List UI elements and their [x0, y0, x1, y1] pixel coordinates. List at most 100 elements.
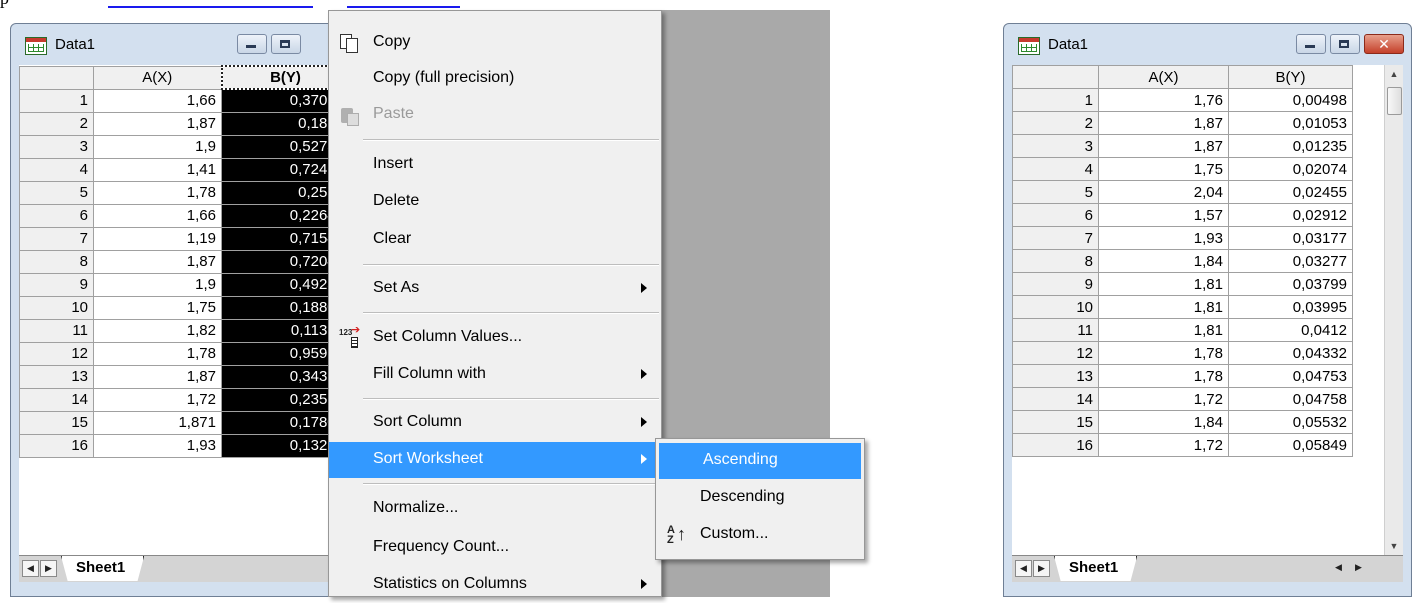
table-row[interactable]: 1 1,76 0,00498 — [1012, 88, 1367, 112]
table-row[interactable]: 8 1,87 0,72049 — [19, 249, 341, 274]
table-row[interactable]: 4 1,75 0,02074 — [1012, 157, 1367, 181]
table-row[interactable]: 11 1,82 0,11361 — [19, 318, 341, 343]
table-row[interactable]: 2 1,87 0,01053 — [1012, 111, 1367, 135]
row-header[interactable]: 12 — [1012, 341, 1099, 365]
menu-item-copy[interactable]: Copy — [329, 25, 661, 61]
left-worksheet-grid[interactable]: A(X) B(Y) 1 1,66 0,37096 2 1,87 0,1894 3 1,9 0,5… — [19, 65, 341, 555]
table-row[interactable]: 6 1,66 0,22648 — [19, 203, 341, 228]
cell-a[interactable]: 1,78 — [1098, 364, 1229, 388]
table-row[interactable]: 15 1,84 0,05532 — [1012, 410, 1367, 434]
menu-item-fill-column-with[interactable]: Fill Column with — [329, 357, 661, 393]
cell-b-selected[interactable]: 0,72049 — [221, 249, 341, 274]
doc-link-1[interactable] — [108, 0, 313, 8]
cell-b-selected[interactable]: 0,72415 — [221, 157, 341, 182]
doc-link-2[interactable] — [347, 0, 460, 8]
row-header[interactable]: 10 — [1012, 295, 1099, 319]
cell-a[interactable]: 1,66 — [93, 88, 222, 113]
corner-cell[interactable] — [1012, 65, 1099, 89]
row-header[interactable]: 3 — [19, 134, 94, 159]
submenu-item-descending[interactable]: Descending — [656, 480, 864, 516]
cell-b[interactable]: 0,0412 — [1228, 318, 1353, 342]
cell-b[interactable]: 0,02074 — [1228, 157, 1353, 181]
cell-b[interactable]: 0,03277 — [1228, 249, 1353, 273]
cell-a[interactable]: 1,76 — [1098, 88, 1229, 112]
table-row[interactable]: 16 1,72 0,05849 — [1012, 433, 1367, 457]
cell-a[interactable]: 1,87 — [93, 111, 222, 136]
submenu-item-custom[interactable]: A Z ↑ Custom... — [656, 517, 864, 553]
table-row[interactable]: 9 1,81 0,03799 — [1012, 272, 1367, 296]
table-row[interactable]: 5 2,04 0,02455 — [1012, 180, 1367, 204]
row-header[interactable]: 5 — [19, 180, 94, 205]
cell-a[interactable]: 1,78 — [93, 180, 222, 205]
row-header[interactable]: 7 — [19, 226, 94, 251]
table-row[interactable]: 8 1,84 0,03277 — [1012, 249, 1367, 273]
cell-b-selected[interactable]: 0,2559 — [221, 180, 341, 205]
cell-a[interactable]: 1,66 — [93, 203, 222, 228]
cell-b[interactable]: 0,05849 — [1228, 433, 1353, 457]
scroll-up-arrow-icon[interactable]: ▲ — [1385, 65, 1403, 83]
table-row[interactable]: 13 1,87 0,34379 — [19, 364, 341, 389]
cell-b-selected[interactable]: 0,52734 — [221, 134, 341, 159]
menu-item-sort-worksheet[interactable]: Sort Worksheet — [329, 442, 661, 478]
row-header[interactable]: 3 — [1012, 134, 1099, 158]
cell-b[interactable]: 0,04332 — [1228, 341, 1353, 365]
cell-a[interactable]: 1,93 — [1098, 226, 1229, 250]
cell-b[interactable]: 0,01053 — [1228, 111, 1353, 135]
cell-a[interactable]: 1,57 — [1098, 203, 1229, 227]
column-header-b[interactable]: B(Y) — [1228, 65, 1353, 89]
menu-item-paste[interactable]: Paste — [329, 97, 661, 133]
row-header[interactable]: 9 — [1012, 272, 1099, 296]
close-button[interactable]: ✕ — [1364, 34, 1404, 54]
cell-a[interactable]: 1,871 — [93, 410, 222, 435]
row-header[interactable]: 11 — [1012, 318, 1099, 342]
table-row[interactable]: 14 1,72 0,23568 — [19, 387, 341, 412]
menu-item-sort-column[interactable]: Sort Column — [329, 405, 661, 441]
minimize-button[interactable] — [1296, 34, 1326, 54]
row-header[interactable]: 13 — [1012, 364, 1099, 388]
cell-b-selected[interactable]: 0,71548 — [221, 226, 341, 251]
row-header[interactable]: 8 — [19, 249, 94, 274]
table-row[interactable]: 5 1,78 0,2559 — [19, 180, 341, 205]
cell-b[interactable]: 0,03177 — [1228, 226, 1353, 250]
cell-a[interactable]: 1,82 — [93, 318, 222, 343]
row-header[interactable]: 14 — [19, 387, 94, 412]
cell-b-selected[interactable]: 0,34379 — [221, 364, 341, 389]
table-row[interactable]: 7 1,19 0,71548 — [19, 226, 341, 251]
table-row[interactable]: 13 1,78 0,04753 — [1012, 364, 1367, 388]
row-header[interactable]: 16 — [1012, 433, 1099, 457]
row-header[interactable]: 6 — [19, 203, 94, 228]
row-header[interactable]: 9 — [19, 272, 94, 297]
cell-a[interactable]: 1,41 — [93, 157, 222, 182]
sheet-tab[interactable]: Sheet1 — [1054, 556, 1138, 581]
row-header[interactable]: 11 — [19, 318, 94, 343]
row-header[interactable]: 2 — [19, 111, 94, 136]
first-sheet-button[interactable]: ◀ — [1015, 560, 1032, 577]
row-header[interactable]: 14 — [1012, 387, 1099, 411]
cell-a[interactable]: 2,04 — [1098, 180, 1229, 204]
table-row[interactable]: 16 1,93 0,13222 — [19, 433, 341, 458]
cell-b-selected[interactable]: 0,37096 — [221, 88, 341, 113]
row-header[interactable]: 1 — [19, 88, 94, 113]
cell-a[interactable]: 1,87 — [93, 364, 222, 389]
cell-a[interactable]: 1,81 — [1098, 318, 1229, 342]
cell-b[interactable]: 0,03799 — [1228, 272, 1353, 296]
cell-b-selected[interactable]: 0,95926 — [221, 341, 341, 366]
table-row[interactable]: 12 1,78 0,04332 — [1012, 341, 1367, 365]
cell-a[interactable]: 1,87 — [1098, 111, 1229, 135]
cell-a[interactable]: 1,78 — [93, 341, 222, 366]
first-sheet-button[interactable]: ◀ — [22, 560, 39, 577]
cell-b[interactable]: 0,04758 — [1228, 387, 1353, 411]
left-window-titlebar[interactable]: Data1 — [11, 24, 349, 60]
table-row[interactable]: 3 1,9 0,52734 — [19, 134, 341, 159]
table-row[interactable]: 10 1,75 0,18802 — [19, 295, 341, 320]
menu-item-delete[interactable]: Delete — [329, 184, 661, 220]
cell-a[interactable]: 1,72 — [1098, 387, 1229, 411]
table-row[interactable]: 11 1,81 0,0412 — [1012, 318, 1367, 342]
cell-a[interactable]: 1,75 — [1098, 157, 1229, 181]
table-row[interactable]: 14 1,72 0,04758 — [1012, 387, 1367, 411]
cell-b[interactable]: 0,02455 — [1228, 180, 1353, 204]
menu-item-insert[interactable]: Insert — [329, 147, 661, 183]
column-header-b-selected[interactable]: B(Y) — [220, 65, 341, 90]
cell-b-selected[interactable]: 0,18802 — [221, 295, 341, 320]
row-header[interactable]: 8 — [1012, 249, 1099, 273]
